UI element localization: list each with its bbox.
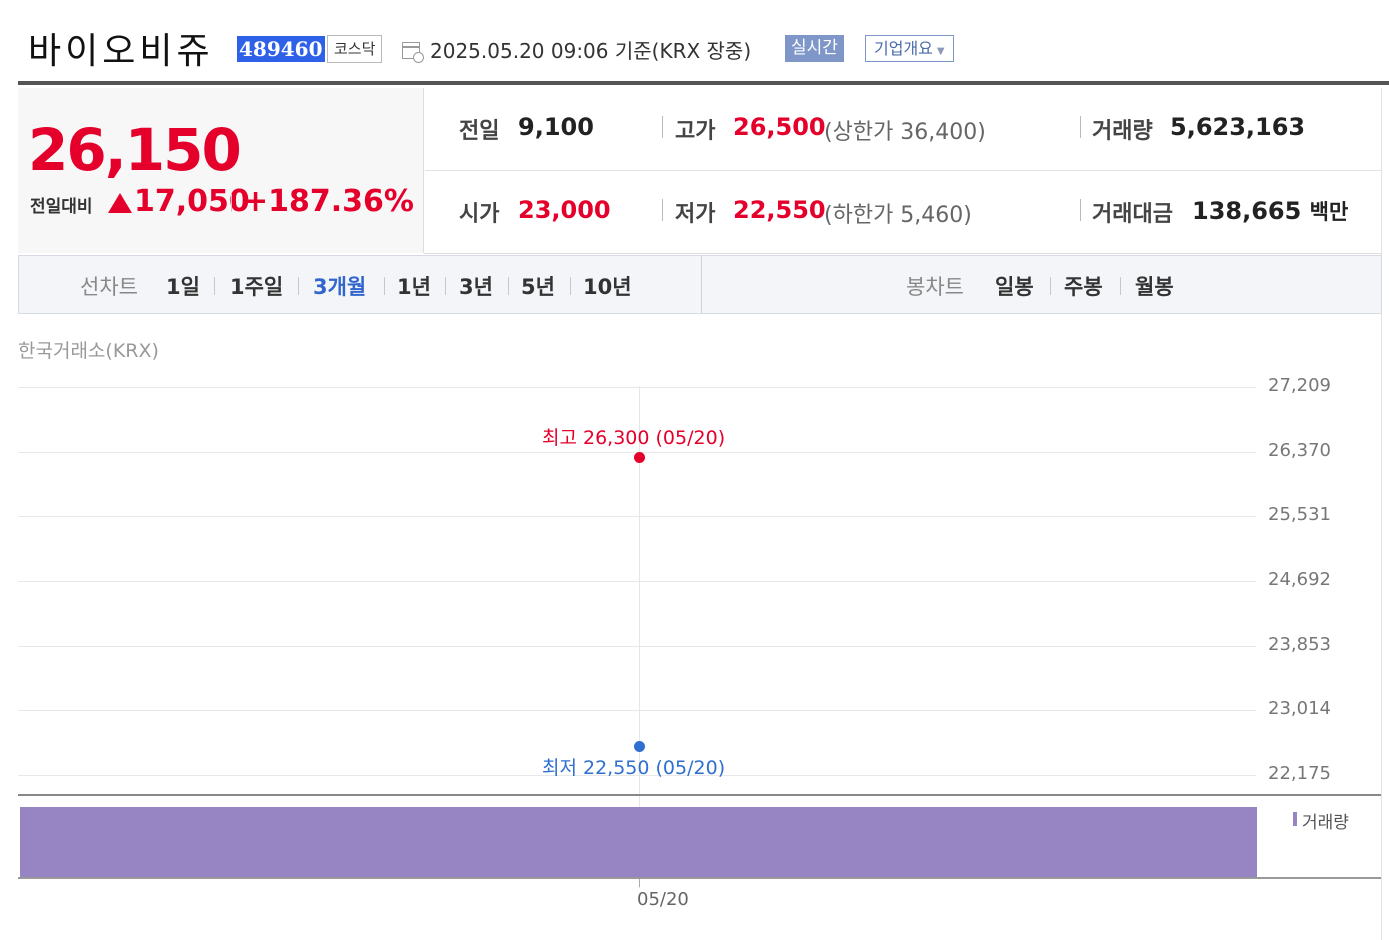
divider (214, 277, 215, 295)
upper-limit: (상한가 36,400) (824, 120, 986, 145)
prev-close-label: 전일 (459, 119, 500, 144)
up-triangle-icon (108, 193, 132, 213)
tab-5y[interactable]: 5년 (521, 271, 555, 301)
divider (231, 194, 232, 212)
amount-value: 138,665 백만 (1192, 196, 1348, 226)
company-overview-button[interactable]: 기업개요 ▼ (865, 35, 954, 62)
divider (384, 277, 385, 295)
grid-line (18, 710, 1256, 712)
x-tick-mark (639, 879, 640, 887)
tab-3m[interactable]: 3개월 (313, 271, 366, 301)
prev-close-value: 9,100 (518, 113, 594, 141)
candle-chart-label: 봉차트 (906, 275, 964, 299)
stock-name: 바이오비쥬 (28, 31, 214, 72)
header-divider (18, 81, 1389, 85)
tab-1d[interactable]: 1일 (166, 271, 200, 301)
exchange-label: 한국거래소(KRX) (18, 340, 159, 362)
current-price: 26,150 (28, 116, 242, 184)
low-value: 22,550 (733, 196, 826, 224)
grid-line (18, 645, 1256, 647)
grid-line (18, 581, 1256, 582)
open-label: 시가 (459, 202, 500, 227)
high-point (634, 452, 645, 464)
timestamp: 2025.05.20 09:06 기준(KRX 장중) (430, 39, 752, 63)
y-tick-label: 24,692 (1268, 569, 1331, 590)
tab-1y[interactable]: 1년 (397, 271, 431, 301)
line-chart-label: 선차트 (80, 275, 138, 299)
open-value: 23,000 (518, 196, 611, 224)
info-divider (425, 170, 1382, 171)
amount-unit: 백만 (1309, 200, 1349, 224)
y-tick-label: 23,014 (1268, 698, 1331, 720)
divider (508, 277, 509, 295)
volume-axis (18, 877, 1381, 879)
volume-label: 거래량 (1092, 119, 1153, 144)
x-tick-label: 05/20 (637, 889, 689, 910)
y-tick-label: 25,531 (1268, 504, 1331, 526)
calendar-clock-icon (402, 42, 424, 63)
tab-monthly-candle[interactable]: 월봉 (1135, 271, 1174, 301)
price-change: 17,050 (134, 184, 250, 219)
low-annotation: 최저 22,550 (05/20) (542, 757, 726, 780)
high-value: 26,500 (733, 113, 826, 141)
high-label: 고가 (675, 119, 716, 144)
chevron-down-icon: ▼ (936, 46, 945, 57)
grid-line (18, 516, 1256, 518)
lower-limit: (하한가 5,460) (824, 203, 972, 228)
price-change-percent: +187.36% (243, 184, 414, 219)
divider (570, 277, 571, 295)
grid-line (18, 387, 1256, 388)
y-tick-label: 27,209 (1268, 375, 1331, 396)
amount-number: 138,665 (1192, 197, 1302, 225)
volume-value: 5,623,163 (1170, 113, 1306, 141)
tab-group-divider (701, 256, 702, 313)
chart-tab-bar (18, 255, 1382, 314)
market-badge: 코스닥 (327, 35, 383, 63)
tab-daily-candle[interactable]: 일봉 (995, 271, 1034, 301)
divider (662, 199, 663, 221)
tab-1w[interactable]: 1주일 (230, 271, 283, 301)
compare-label: 전일대비 (30, 197, 93, 217)
amount-label: 거래대금 (1092, 202, 1173, 227)
y-tick-label: 23,853 (1268, 633, 1331, 655)
volume-bar (20, 807, 1257, 877)
low-point (634, 741, 645, 753)
tab-3y[interactable]: 3년 (459, 271, 493, 301)
divider (1080, 116, 1081, 138)
volume-legend-label: 거래량 (1302, 813, 1349, 833)
tab-weekly-candle[interactable]: 주봉 (1064, 271, 1103, 301)
divider (1050, 277, 1051, 295)
y-tick-label: 26,370 (1268, 439, 1331, 461)
realtime-button[interactable]: 실시간 (785, 35, 844, 62)
divider (445, 277, 446, 295)
volume-legend-swatch (1293, 812, 1297, 826)
y-tick-label: 22,175 (1268, 763, 1331, 784)
divider (298, 277, 299, 295)
divider (1120, 277, 1121, 295)
tab-10y[interactable]: 10년 (583, 271, 632, 301)
divider (662, 116, 663, 138)
high-annotation: 최고 26,300 (05/20) (542, 427, 726, 450)
chart-axis (18, 794, 1381, 796)
divider (1080, 199, 1081, 221)
low-label: 저가 (675, 202, 716, 227)
company-overview-label: 기업개요 (874, 39, 933, 58)
stock-code: 489460 (237, 36, 325, 62)
